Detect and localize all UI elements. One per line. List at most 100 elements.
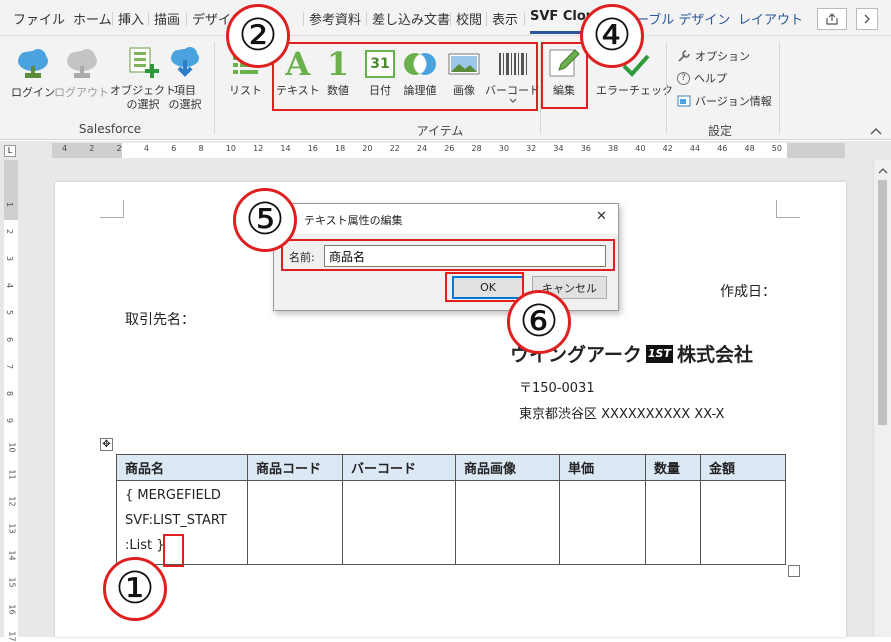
- vertical-scrollbar[interactable]: [873, 160, 891, 637]
- table-cell[interactable]: [559, 480, 646, 565]
- tab-layout[interactable]: レイアウト: [738, 9, 803, 28]
- table-header-cell[interactable]: 商品名: [116, 454, 248, 481]
- collapse-ribbon-button[interactable]: [870, 124, 884, 136]
- table-cell[interactable]: [342, 480, 456, 565]
- edit-button[interactable]: 編集: [547, 46, 581, 98]
- select-item-label-1: 項目: [174, 84, 196, 97]
- select-item-label-2: の選択: [168, 98, 202, 111]
- ruler-tick-label: 48: [744, 144, 755, 153]
- callout-1: ①: [103, 557, 167, 621]
- version-info-button[interactable]: バージョン情報: [677, 93, 772, 109]
- select-object-button[interactable]: オブジェクト の選択: [110, 46, 176, 112]
- select-object-label-1: オブジェクト: [110, 84, 176, 97]
- table-header-cell[interactable]: 数量: [645, 454, 701, 481]
- date-button[interactable]: 31 日付: [364, 48, 396, 98]
- tab-stop-selector[interactable]: L: [4, 145, 16, 157]
- vruler-tick-label: 7: [5, 363, 15, 370]
- tab-draw[interactable]: 描画: [154, 9, 180, 28]
- merge-field-cell[interactable]: { MERGEFIELD SVF:LIST_START :List }: [116, 480, 248, 565]
- help-icon: ?: [677, 71, 690, 85]
- table-header-cell[interactable]: 商品画像: [455, 454, 560, 481]
- ok-button[interactable]: OK: [452, 276, 524, 299]
- table-cell[interactable]: [455, 480, 560, 565]
- ruler-tick-label: 30: [498, 144, 509, 153]
- vruler-tick-label: 6: [5, 336, 15, 343]
- tab-home[interactable]: ホーム: [73, 9, 112, 28]
- vertical-ruler[interactable]: 1 2 3 4 5 6 7 8 9 10 11 12 13 14 15 16 17: [0, 160, 22, 642]
- table-header-cell[interactable]: 商品コード: [247, 454, 343, 481]
- horizontal-ruler[interactable]: L 4 2 2 4 6 8 10 12 14 16 18 20 22 24 26 28 30 32 34 36 38 40…: [0, 141, 891, 160]
- ruler-tick-label: 6: [171, 144, 177, 153]
- crop-mark-top-left: [100, 200, 124, 218]
- login-button[interactable]: ログイン: [11, 48, 55, 100]
- dialog-titlebar: テキスト属性の編集 ✕: [274, 204, 618, 234]
- merge-field-line: { MERGEFIELD: [125, 488, 221, 503]
- vruler-tick-label: 5: [5, 309, 15, 316]
- ribbon: ログイン ログアウト オブジェクト の選択 項目 の選択 Salesforce …: [0, 36, 891, 140]
- created-date-label: 作成日：: [720, 284, 776, 300]
- date-label: 日付: [369, 84, 391, 97]
- table-header-cell[interactable]: バーコード: [342, 454, 456, 481]
- scroll-tabs-right-button[interactable]: [856, 8, 878, 30]
- tab-separator: [524, 12, 525, 26]
- table-resize-handle[interactable]: [788, 565, 800, 577]
- calendar-icon: 31: [364, 48, 396, 80]
- ruler-tick-label: 24: [416, 144, 428, 153]
- list-label: リスト: [229, 84, 262, 97]
- tab-mailings[interactable]: 差し込み文書: [372, 9, 450, 28]
- ruler-tick-label: 26: [444, 144, 455, 153]
- vruler-margin-top: [4, 160, 18, 220]
- name-input[interactable]: [324, 245, 606, 267]
- image-label: 画像: [453, 84, 475, 97]
- option-label: オプション: [695, 50, 750, 63]
- table-cell[interactable]: [700, 480, 786, 565]
- table-header-cell[interactable]: 金額: [700, 454, 786, 481]
- tab-references[interactable]: 参考資料: [309, 9, 361, 28]
- barcode-icon: [497, 48, 529, 80]
- scroll-up-arrow[interactable]: [878, 164, 888, 178]
- barcode-button[interactable]: バーコード: [485, 48, 540, 104]
- logout-button[interactable]: ログアウト: [54, 48, 109, 100]
- number-button[interactable]: 1 数値: [324, 48, 352, 98]
- callout-6: ⑥: [507, 290, 571, 354]
- tab-view[interactable]: 表示: [492, 9, 518, 28]
- settings-group-label: 設定: [707, 124, 732, 138]
- select-item-button[interactable]: 項目 の選択: [168, 46, 202, 112]
- tab-separator: [186, 12, 187, 26]
- logic-toggle-icon: [403, 48, 437, 80]
- item-table[interactable]: 商品名 商品コード バーコード 商品画像 単価 数量 金額 { MERGEFIE…: [116, 454, 786, 565]
- table-cell[interactable]: [645, 480, 701, 565]
- tab-insert[interactable]: 挿入: [118, 9, 144, 28]
- vruler-tick-label: 16: [7, 604, 17, 615]
- tab-review[interactable]: 校閲: [456, 9, 482, 28]
- tab-file[interactable]: ファイル: [13, 9, 65, 28]
- tab-separator: [486, 12, 487, 26]
- tools-icon: [678, 50, 690, 62]
- ruler-tick-label: 38: [608, 144, 619, 153]
- share-button[interactable]: [817, 8, 847, 30]
- scroll-thumb[interactable]: [878, 180, 887, 425]
- option-button[interactable]: オプション: [677, 48, 750, 64]
- name-label: 名前:: [289, 251, 315, 264]
- close-icon[interactable]: ✕: [596, 209, 607, 224]
- calendar-day: 31: [365, 50, 395, 78]
- ruler-tick-label: 36: [580, 144, 591, 153]
- text-label: テキスト: [276, 84, 320, 97]
- callout-5: ⑤: [233, 188, 297, 252]
- vruler-tick-label: 1: [5, 201, 15, 208]
- table-header-cell[interactable]: 単価: [559, 454, 646, 481]
- table-cell[interactable]: [247, 480, 343, 565]
- image-button[interactable]: 画像: [448, 48, 480, 98]
- chevron-up-icon: [870, 128, 882, 135]
- text-attribute-dialog[interactable]: テキスト属性の編集 ✕ 名前: OK キャンセル: [273, 203, 619, 311]
- logic-button[interactable]: 論理値: [403, 48, 437, 98]
- ruler-margin-right: [787, 143, 845, 158]
- ruler-tick-label: 2: [116, 144, 122, 153]
- share-icon: [826, 13, 838, 25]
- help-button[interactable]: ? ヘルプ: [677, 70, 727, 86]
- table-move-handle[interactable]: ✥: [100, 438, 113, 451]
- vruler-tick-label: 15: [7, 577, 17, 588]
- chevron-right-icon: [864, 14, 870, 24]
- dialog-title: テキスト属性の編集: [304, 214, 403, 227]
- picture-icon: [448, 48, 480, 80]
